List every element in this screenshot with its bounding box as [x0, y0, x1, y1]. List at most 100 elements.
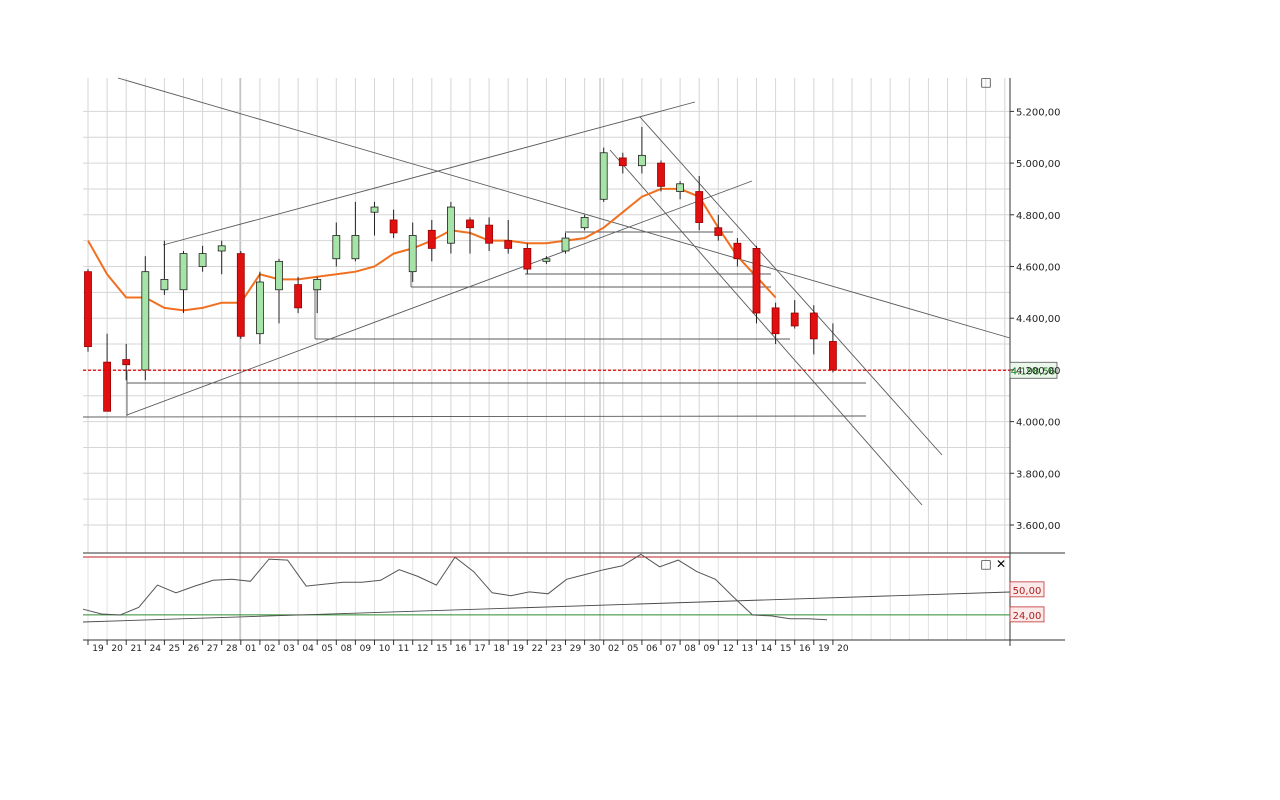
candle-body-up — [580, 216, 589, 229]
candle-body-down — [752, 248, 761, 314]
date-axis: 19 20 21 24 25 26 27 28 01 02 03 04 05 08 09 10 11 12 15 16… — [87, 640, 849, 654]
x-tick-label: 01 — [245, 644, 256, 654]
candlestick-series — [84, 126, 837, 412]
candle — [408, 222, 417, 283]
candle-body-up — [370, 206, 379, 213]
candle — [255, 271, 264, 345]
trendline — [639, 116, 943, 456]
y-tick-label: 4.000,00 — [1016, 418, 1061, 429]
last-price-line: 4.198,56 — [83, 361, 1058, 379]
candle — [389, 209, 398, 239]
candle — [351, 201, 360, 262]
x-tick-label: 24 — [150, 644, 162, 654]
candle-body-down — [809, 312, 818, 340]
x-tick-label: 02 — [608, 644, 619, 654]
oscillator-level-label: 24,00 — [1013, 611, 1042, 622]
x-tick-label: 13 — [742, 644, 753, 654]
candle-body-down — [236, 253, 245, 337]
y-tick-label: 3.800,00 — [1016, 469, 1061, 480]
candle-body-down — [294, 284, 303, 309]
x-tick-label: 19 — [818, 644, 830, 654]
candle — [275, 258, 283, 324]
candle — [466, 217, 474, 254]
candle-body-down — [829, 341, 837, 371]
candle — [141, 256, 150, 381]
candle — [580, 214, 589, 231]
candle — [198, 245, 207, 272]
x-tick-label: 05 — [321, 644, 332, 654]
x-tick-label: 05 — [627, 644, 638, 654]
candle — [809, 305, 818, 355]
candle — [714, 214, 723, 241]
y-tick-label: 5.000,00 — [1016, 159, 1061, 170]
candle — [179, 250, 188, 314]
candle — [217, 240, 226, 275]
candle — [160, 240, 169, 295]
candle — [427, 219, 436, 262]
price-grid — [83, 78, 1065, 646]
candle-body-up — [313, 279, 322, 291]
x-tick-label: 09 — [703, 644, 715, 654]
candle — [332, 222, 341, 267]
x-tick-label: 22 — [532, 644, 543, 654]
candle-body-down — [84, 271, 92, 348]
maximize-price-panel-button[interactable]: □ — [980, 75, 991, 89]
candle — [103, 333, 111, 412]
candle-body-down — [389, 219, 398, 234]
x-tick-label: 29 — [570, 644, 582, 654]
oscillator-level-label: 50,00 — [1013, 586, 1042, 597]
candle-body-down — [771, 307, 780, 335]
y-tick-label: 5.200,00 — [1016, 107, 1061, 118]
x-tick-label: 07 — [665, 644, 676, 654]
x-tick-label: 02 — [264, 644, 275, 654]
candle — [504, 219, 513, 254]
x-tick-label: 18 — [493, 644, 505, 654]
candle-body-up — [542, 258, 551, 262]
x-tick-label: 09 — [360, 644, 372, 654]
candle-body-down — [695, 191, 704, 223]
candle-body-up — [332, 235, 341, 260]
candle — [370, 201, 379, 236]
x-tick-label: 26 — [188, 644, 200, 654]
x-tick-label: 08 — [341, 644, 353, 654]
candle-body-down — [657, 162, 665, 187]
candle-body-down — [427, 229, 436, 249]
candle-body-down — [733, 242, 742, 260]
x-tick-label: 14 — [761, 644, 773, 654]
candle — [294, 276, 303, 314]
x-tick-label: 16 — [799, 644, 811, 654]
candle — [618, 152, 627, 174]
x-tick-label: 08 — [684, 644, 696, 654]
candle-body-up — [599, 152, 608, 200]
candle-body-down — [618, 157, 627, 167]
x-tick-label: 30 — [589, 644, 601, 654]
candle — [638, 126, 646, 174]
trendline — [126, 180, 753, 416]
x-tick-label: 10 — [379, 644, 391, 654]
candle-body-up — [255, 281, 264, 335]
chart-canvas[interactable]: 4.198,56 3.600,00 3.800,00 4.000,00 4.200,0… — [0, 0, 1280, 800]
candle — [561, 232, 570, 254]
trendline — [162, 101, 696, 246]
candle-body-up — [160, 279, 169, 291]
candle — [523, 243, 532, 275]
candle-body-up — [408, 235, 417, 273]
x-tick-label: 03 — [283, 644, 294, 654]
x-tick-label: 23 — [551, 644, 562, 654]
candle-body-up — [638, 154, 646, 167]
candle — [771, 302, 780, 345]
x-tick-label: 19 — [512, 644, 524, 654]
candle — [695, 176, 704, 231]
candle — [122, 344, 131, 381]
candle — [84, 269, 92, 352]
x-tick-label: 11 — [398, 644, 409, 654]
price-axis: 3.600,00 3.800,00 4.000,00 4.200,00 4.400,00… — [1010, 107, 1061, 532]
candle — [236, 250, 245, 339]
candle-body-up — [446, 206, 455, 244]
x-tick-label: 21 — [130, 644, 141, 654]
maximize-oscillator-panel-button[interactable]: □ — [980, 557, 991, 571]
close-oscillator-panel-button[interactable]: ✕ — [996, 557, 1006, 571]
y-tick-label: 4.800,00 — [1016, 211, 1061, 222]
x-tick-label: 15 — [780, 644, 791, 654]
x-tick-label: 20 — [837, 644, 849, 654]
